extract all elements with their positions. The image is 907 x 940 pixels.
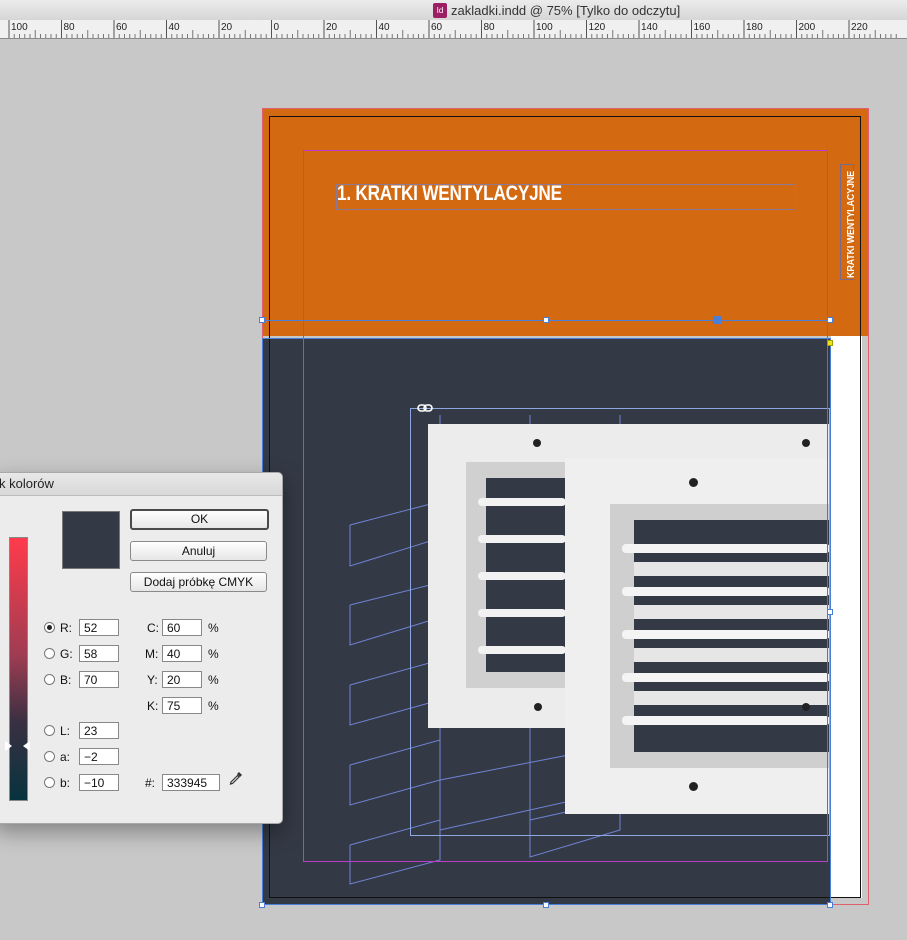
- dialog-title: k kolorów: [0, 476, 54, 491]
- color-picker-dialog: k kolorów OK Anuluj Dodaj próbkę CMYK R:…: [0, 472, 283, 824]
- label-lab-b: b:: [60, 776, 71, 790]
- ruler-tick-label: 60: [431, 22, 443, 33]
- reference-point-handle[interactable]: [713, 316, 721, 324]
- handle-middle-right[interactable]: [827, 609, 833, 615]
- handle-top-center[interactable]: [543, 317, 549, 323]
- window-title-bar: Id zakladki.indd @ 75% [Tylko do odczytu…: [0, 0, 907, 21]
- ruler-tick-label: 40: [379, 22, 391, 33]
- ruler-tick-label: 20: [221, 22, 233, 33]
- radio-l[interactable]: [44, 725, 55, 736]
- dialog-title-bar[interactable]: k kolorów: [0, 473, 282, 496]
- ruler-tick-label: 80: [64, 22, 76, 33]
- handle-top-right[interactable]: [827, 317, 833, 323]
- field-c[interactable]: 60: [162, 619, 202, 636]
- label-hex: #:: [145, 776, 156, 790]
- label-m: M:: [145, 647, 159, 661]
- color-slider[interactable]: [9, 537, 28, 801]
- field-k[interactable]: 75: [162, 697, 202, 714]
- slider-right-arrow-icon[interactable]: [23, 741, 30, 751]
- label-l: L:: [60, 724, 71, 738]
- label-r: R:: [60, 621, 72, 635]
- handle-bottom-center[interactable]: [543, 902, 549, 908]
- label-c: C:: [147, 621, 159, 635]
- field-g[interactable]: 58: [79, 645, 119, 662]
- field-r[interactable]: 52: [79, 619, 119, 636]
- cancel-button[interactable]: Anuluj: [130, 541, 267, 561]
- ruler-tick-label: 40: [169, 22, 181, 33]
- add-cmyk-swatch-button[interactable]: Dodaj próbkę CMYK: [130, 572, 267, 592]
- label-g: G:: [60, 647, 73, 661]
- page-heading[interactable]: 1. KRATKI WENTYLACYJNE: [337, 182, 562, 206]
- unit-m: %: [208, 647, 219, 661]
- corner-options-handle[interactable]: [827, 340, 833, 346]
- ruler-tick-label: 100: [536, 22, 553, 33]
- radio-g[interactable]: [44, 648, 55, 659]
- field-hex[interactable]: 333945: [162, 774, 220, 791]
- color-preview-swatch: [62, 511, 120, 569]
- side-tab-label[interactable]: KRATKI WENTYLACYJNE: [846, 171, 857, 278]
- field-b[interactable]: 70: [79, 671, 119, 688]
- window-title: Id zakladki.indd @ 75% [Tylko do odczytu…: [433, 2, 680, 18]
- window-title-text: zakladki.indd @ 75% [Tylko do odczytu]: [451, 2, 681, 18]
- field-a[interactable]: −2: [79, 748, 119, 765]
- unit-k: %: [208, 699, 219, 713]
- horizontal-ruler[interactable]: 100 80 60 40 20 0 20 40 60 80 100 120 140 160 180 200 22…: [0, 20, 907, 39]
- radio-lab-b[interactable]: [44, 777, 55, 788]
- ruler-tick-label: 80: [484, 22, 496, 33]
- label-a: a:: [60, 750, 71, 764]
- unit-y: %: [208, 673, 219, 687]
- ruler-tick-label: 120: [589, 22, 606, 33]
- ruler-tick-label: 140: [641, 22, 658, 33]
- label-y: Y:: [147, 673, 158, 687]
- eyedropper-icon[interactable]: [228, 770, 244, 786]
- ruler-tick-label: 180: [746, 22, 763, 33]
- ruler-tick-label: 100: [11, 22, 28, 33]
- ruler-tick-label: 20: [326, 22, 338, 33]
- handle-top-left[interactable]: [259, 317, 265, 323]
- ruler-tick-label: 200: [799, 22, 816, 33]
- ok-button[interactable]: OK: [130, 509, 269, 530]
- field-lab-b[interactable]: −10: [79, 774, 119, 791]
- ruler-tick-label: 0: [274, 22, 280, 33]
- radio-b[interactable]: [44, 674, 55, 685]
- ruler-tick-label: 220: [851, 22, 868, 33]
- field-l[interactable]: 23: [79, 722, 119, 739]
- field-y[interactable]: 20: [162, 671, 202, 688]
- slider-left-arrow-icon[interactable]: [5, 741, 12, 751]
- unit-c: %: [208, 621, 219, 635]
- selected-frame-outline[interactable]: [262, 338, 831, 905]
- label-k: K:: [147, 699, 159, 713]
- label-b: B:: [60, 673, 72, 687]
- indesign-document-icon: Id: [433, 2, 447, 18]
- field-m[interactable]: 40: [162, 645, 202, 662]
- handle-bottom-right[interactable]: [827, 902, 833, 908]
- ruler-tick-label: 160: [694, 22, 711, 33]
- radio-a[interactable]: [44, 751, 55, 762]
- radio-r[interactable]: [44, 622, 55, 633]
- handle-bottom-left[interactable]: [259, 902, 265, 908]
- ruler-tick-label: 60: [116, 22, 128, 33]
- ruler-ticks: 100 80 60 40 20 0 20 40 60 80 100 120 140 160 180 200 22…: [8, 20, 897, 38]
